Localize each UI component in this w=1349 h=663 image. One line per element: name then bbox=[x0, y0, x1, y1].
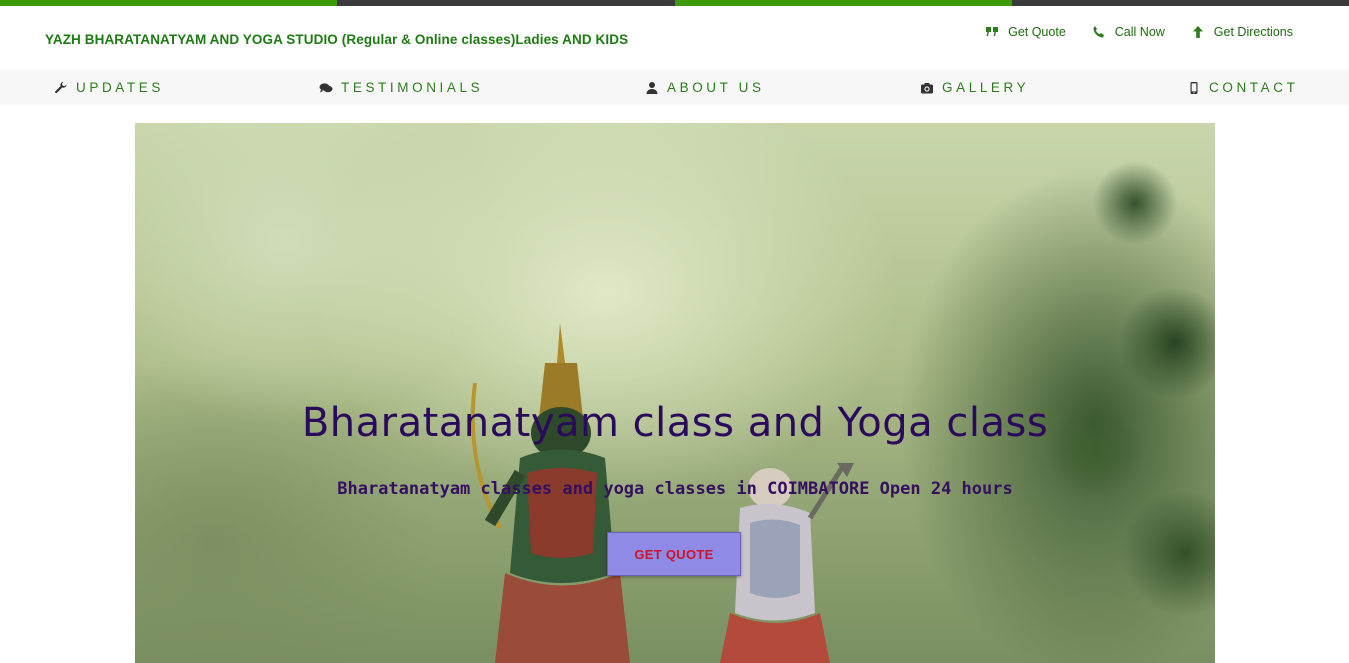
nav-item-gallery[interactable]: GALLERY bbox=[920, 70, 1029, 105]
nav-item-contact[interactable]: CONTACT bbox=[1187, 70, 1298, 105]
hero-subtitle: Bharatanatyam classes and yoga classes i… bbox=[337, 479, 1013, 499]
quote-icon bbox=[985, 25, 999, 39]
nav-label-about-us: ABOUT US bbox=[667, 80, 765, 95]
get-quote-label: Get Quote bbox=[1008, 25, 1066, 39]
user-icon bbox=[645, 81, 659, 95]
nav-item-about-us[interactable]: ABOUT US bbox=[645, 70, 765, 105]
main-nav: UPDATES TESTIMONIALS ABOUT US GALLERY CO… bbox=[0, 70, 1349, 105]
nav-label-gallery: GALLERY bbox=[942, 80, 1030, 95]
hero-title: Bharatanatyam class and Yoga class bbox=[301, 400, 1049, 446]
nav-label-updates: UPDATES bbox=[76, 80, 164, 95]
mobile-icon bbox=[1187, 81, 1201, 95]
comments-icon bbox=[319, 81, 333, 95]
header-actions: Get Quote Call Now Get Directions bbox=[985, 25, 1293, 39]
site-brand[interactable]: YAZH BHARATANATYAM AND YOGA STUDIO (Regu… bbox=[45, 32, 628, 47]
hero-foliage bbox=[915, 123, 1215, 663]
call-now-link[interactable]: Call Now bbox=[1092, 25, 1165, 39]
site-header: YAZH BHARATANATYAM AND YOGA STUDIO (Regu… bbox=[0, 6, 1349, 70]
camera-icon bbox=[920, 81, 934, 95]
phone-icon bbox=[1092, 25, 1106, 39]
hero-banner: Bharatanatyam class and Yoga class Bhara… bbox=[135, 123, 1215, 663]
call-now-label: Call Now bbox=[1114, 25, 1165, 39]
get-quote-link[interactable]: Get Quote bbox=[985, 25, 1066, 39]
get-directions-label: Get Directions bbox=[1213, 25, 1293, 39]
nav-label-testimonials: TESTIMONIALS bbox=[341, 80, 484, 95]
nav-item-updates[interactable]: UPDATES bbox=[54, 70, 164, 105]
nav-label-contact: CONTACT bbox=[1209, 80, 1299, 95]
get-directions-link[interactable]: Get Directions bbox=[1191, 25, 1293, 39]
arrow-up-icon bbox=[1191, 25, 1205, 39]
nav-item-testimonials[interactable]: TESTIMONIALS bbox=[319, 70, 483, 105]
wrench-icon bbox=[54, 81, 68, 95]
get-quote-button[interactable]: GET QUOTE bbox=[607, 532, 741, 576]
